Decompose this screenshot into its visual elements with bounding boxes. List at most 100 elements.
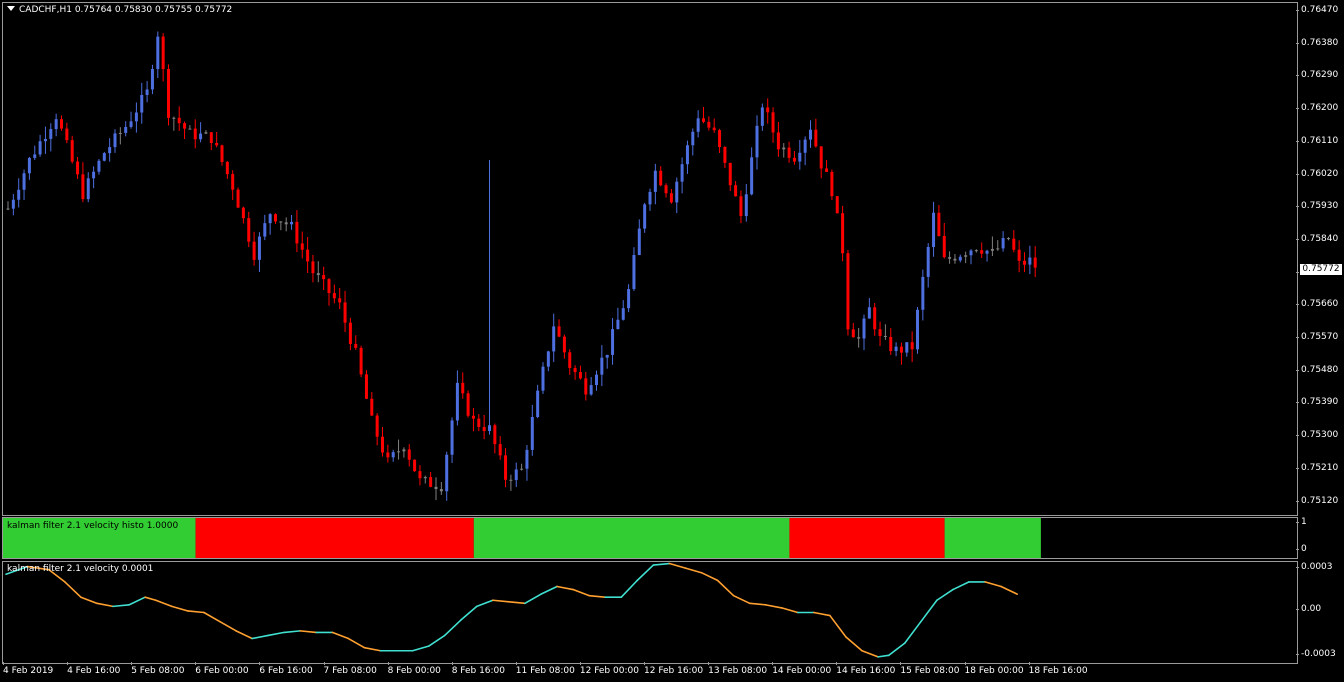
velocity-segment	[1000, 585, 1018, 595]
candle-body	[835, 196, 839, 214]
histo-axis: 1 0	[1296, 517, 1344, 557]
candle-body	[450, 420, 454, 455]
velocity-segment	[887, 642, 906, 657]
candle-body	[423, 477, 427, 479]
candle-body	[498, 444, 502, 456]
candle-body	[520, 468, 524, 470]
histo-tick: 1	[1296, 517, 1307, 527]
time-axis[interactable]: 4 Feb 2019 4 Feb 16:00 5 Feb 08:00 6 Feb 00…	[2, 662, 1296, 681]
candle-body	[348, 322, 352, 344]
candle-body	[354, 343, 358, 348]
candle-body	[471, 415, 475, 419]
time-tick: 12 Feb 16:00	[644, 662, 704, 676]
candle-body	[49, 129, 53, 139]
candle-body	[932, 212, 936, 247]
velocity-segment	[64, 581, 82, 598]
candle-body	[359, 347, 363, 375]
candle-body	[627, 289, 631, 309]
price-tick: 0.75300	[1295, 430, 1338, 440]
candle-body	[926, 246, 930, 277]
velocity-histogram	[3, 518, 1041, 558]
candle-body	[921, 276, 925, 310]
candle-body	[841, 213, 845, 254]
velocity-segment	[845, 636, 863, 652]
velocity-segment	[112, 604, 130, 608]
velocity-tick: 0.00	[1295, 604, 1321, 614]
candle-body	[316, 273, 320, 276]
candle-body	[268, 214, 272, 224]
velocity-histo-pane[interactable]: kalman filter 2.1 velocity histo 1.0000	[2, 517, 1298, 559]
candle-body	[798, 152, 802, 162]
candle-body	[1028, 257, 1032, 265]
candle-body	[846, 253, 850, 330]
candle-body	[659, 170, 663, 186]
candle-body	[771, 112, 775, 133]
velocity-segment	[636, 564, 655, 582]
candle-body	[124, 126, 128, 133]
candle-body	[381, 436, 384, 453]
candle-body	[546, 351, 550, 367]
collapse-triangle-icon[interactable]	[7, 6, 15, 11]
velocity-segment	[748, 602, 767, 606]
candle-body	[70, 140, 74, 162]
candle-body	[118, 132, 122, 134]
candle-body	[236, 189, 240, 208]
candle-body	[477, 418, 481, 427]
velocity-segment	[331, 631, 350, 640]
candle-body	[22, 173, 26, 190]
candle-body	[653, 170, 657, 192]
candle-body	[744, 194, 748, 217]
candle-body	[552, 326, 556, 352]
candle-body	[562, 336, 566, 353]
candle-body	[418, 471, 422, 479]
velocity-segment	[475, 599, 494, 608]
velocity-segment	[920, 599, 938, 623]
candle-body	[504, 455, 508, 480]
velocity-segment	[203, 611, 221, 623]
velocity-tick: -0.0003	[1296, 649, 1336, 659]
candle-body	[391, 452, 395, 458]
velocity-segment	[155, 599, 173, 608]
candle-body	[1012, 238, 1016, 250]
candle-body	[54, 119, 58, 130]
candle-body	[488, 425, 491, 432]
candle-body	[252, 241, 256, 260]
candle-body	[27, 157, 31, 174]
candle-body	[851, 329, 855, 338]
candle-body	[734, 185, 738, 197]
velocity-segment	[219, 620, 237, 632]
candle-body	[300, 243, 304, 250]
candle-body	[819, 146, 823, 169]
price-tick: 0.75570	[1295, 332, 1338, 342]
price-axis[interactable]: 0.76470 0.76380 0.76290 0.76200 0.76110 0.760…	[1295, 2, 1344, 514]
candle-body	[750, 157, 754, 195]
velocity-segment	[411, 645, 430, 652]
velocity-segment	[492, 599, 510, 603]
candle-body	[150, 69, 154, 90]
velocity-segment	[936, 588, 954, 602]
candle-body	[643, 204, 647, 229]
candle-body	[568, 352, 572, 369]
symbol-header: CADCHF,H1 0.75764 0.75830 0.75755 0.7577…	[7, 5, 232, 15]
candle-body	[482, 426, 486, 432]
candle-body	[215, 143, 219, 146]
velocity-pane[interactable]: kalman filter 2.1 velocity 0.0001	[2, 561, 1298, 664]
candle-body	[942, 236, 946, 258]
candle-body	[948, 257, 952, 259]
price-tick: 0.76290	[1295, 70, 1338, 80]
candle-body	[589, 385, 593, 395]
velocity-segment	[299, 630, 318, 634]
velocity-segment	[347, 637, 366, 649]
velocity-segment	[861, 649, 879, 658]
candle-body	[825, 168, 829, 172]
candle-body	[129, 121, 133, 127]
time-tick: 18 Feb 00:00	[964, 662, 1024, 676]
price-tick: 0.75660	[1295, 299, 1338, 309]
price-chart-pane[interactable]: CADCHF,H1 0.75764 0.75830 0.75755 0.7577…	[2, 2, 1298, 516]
candle-body	[616, 319, 620, 330]
velocity-segment	[700, 571, 719, 582]
price-tick: 0.76200	[1295, 103, 1338, 113]
candle-body	[263, 223, 267, 237]
velocity-segment	[556, 585, 574, 591]
candle-body	[809, 129, 812, 140]
